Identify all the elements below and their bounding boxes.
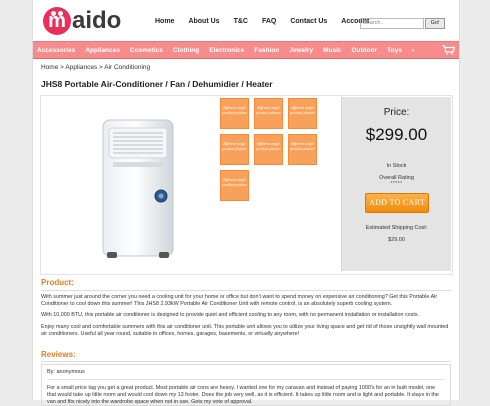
thumbnail[interactable]: different angle product picture	[254, 134, 283, 165]
thumbnail[interactable]: different angle product picture	[220, 98, 249, 129]
product-image	[102, 119, 174, 258]
product-title: JHS8 Portable Air-Conditioner / Fan / De…	[41, 79, 273, 89]
category-music[interactable]: Music	[323, 47, 341, 54]
nav-home[interactable]: Home	[155, 18, 174, 25]
page: m aido Home About Us T&C FAQ Contact Us …	[32, 0, 460, 406]
nav-contact-us[interactable]: Contact Us	[290, 18, 327, 25]
category-toys[interactable]: Toys	[387, 47, 402, 54]
add-to-cart-button[interactable]: ADD TO CART	[365, 193, 429, 213]
category-jewelry[interactable]: Jewelry	[289, 47, 313, 54]
thumbnail[interactable]: different angle product picture	[220, 170, 249, 201]
logo-text: aido	[72, 7, 122, 34]
reviews-heading: Reviews:	[41, 350, 76, 359]
price-panel: Price: $299.00 In Stock Overall Rating *…	[341, 97, 451, 271]
cart-icon[interactable]	[442, 45, 455, 55]
divider	[47, 379, 445, 380]
logo-badge: m	[43, 7, 71, 35]
category-electronics[interactable]: Electronics	[209, 47, 244, 54]
top-nav: Home About Us T&C FAQ Contact Us Account	[155, 18, 383, 25]
stock-status: In Stock	[386, 163, 407, 169]
rating-stars: *****	[390, 181, 403, 187]
category-more[interactable]: ›	[412, 47, 414, 54]
search-go-button[interactable]: Go!	[425, 18, 445, 29]
thumbnail[interactable]: different angle product picture	[254, 98, 283, 129]
price-value: $299.00	[365, 125, 428, 144]
nav-faq[interactable]: FAQ	[262, 18, 276, 25]
description-paragraph: With 10,000 BTU, this portable air condi…	[41, 312, 420, 318]
product-heading: Product:	[41, 278, 74, 287]
category-cosmetics[interactable]: Cosmetics	[130, 47, 163, 54]
thumbnail[interactable]: different angle product picture	[220, 134, 249, 165]
review-text: For a small price tag you get a great pr…	[47, 385, 439, 405]
nav-tc[interactable]: T&C	[234, 18, 248, 25]
breadcrumb[interactable]: Home > Appliances > Air Conditioning	[41, 64, 150, 71]
category-appliances[interactable]: Appliances	[85, 47, 120, 54]
category-accessories[interactable]: Accessories	[37, 47, 75, 54]
category-bar: Accessories Appliances Cosmetics Clothin…	[33, 41, 459, 59]
description-paragraph: Enjoy many cool and comfortable summers …	[41, 324, 449, 337]
shipping-label: Estimated Shipping Cost:	[365, 225, 428, 231]
category-clothing[interactable]: Clothing	[173, 47, 199, 54]
thumbnail[interactable]: different angle product picture	[288, 98, 317, 129]
description-paragraph: With summer just around the corner you n…	[41, 294, 438, 307]
category-outdoor[interactable]: Outdoor	[351, 47, 377, 54]
thumbnail[interactable]: different angle product picture	[288, 134, 317, 165]
shipping-cost: $29.00	[388, 237, 405, 243]
price-label: Price:	[383, 107, 410, 118]
category-fashion[interactable]: Fashion	[254, 47, 279, 54]
search-input[interactable]: Search..	[360, 18, 424, 29]
review-author: By: anonymous	[47, 369, 85, 375]
nav-about-us[interactable]: About Us	[188, 18, 219, 25]
divider	[41, 361, 451, 362]
divider	[41, 290, 451, 291]
site-logo[interactable]: m aido	[43, 4, 121, 38]
